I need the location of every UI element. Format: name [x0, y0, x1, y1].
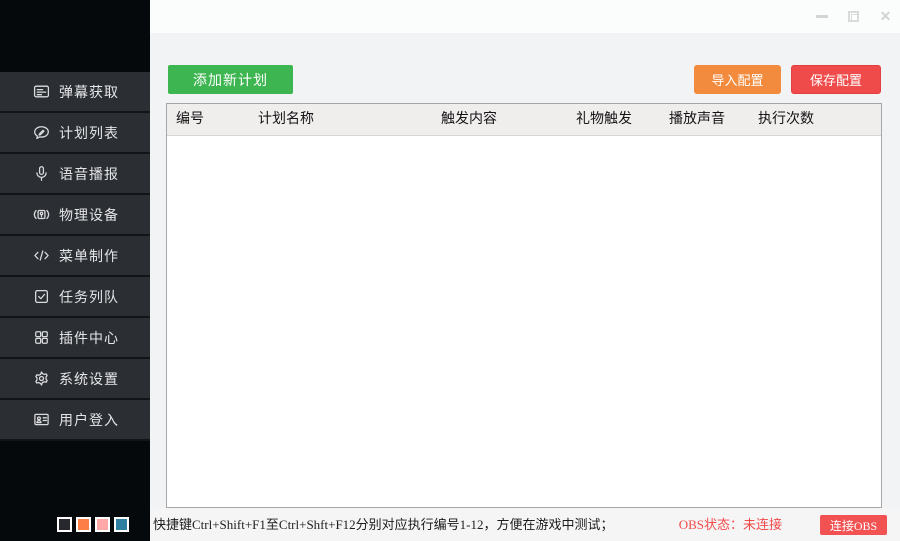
- connect-obs-button[interactable]: 连接OBS: [820, 515, 887, 535]
- theme-swatch-blue[interactable]: [114, 517, 129, 532]
- plan-table-body[interactable]: [167, 137, 881, 507]
- sidebar-item-label: 菜单制作: [59, 246, 119, 266]
- obs-status: OBS状态：未连接: [679, 508, 782, 541]
- plan-table: 编号 计划名称 触发内容 礼物触发 播放声音 执行次数: [166, 103, 882, 508]
- sidebar-item-label: 计划列表: [59, 123, 119, 143]
- danmaku-icon: [33, 83, 50, 100]
- close-button[interactable]: ✕: [879, 10, 892, 23]
- sidebar-item-danmaku[interactable]: 弹幕获取: [0, 72, 150, 113]
- sidebar-item-plan-list[interactable]: 计划列表: [0, 113, 150, 154]
- column-header-count: 执行次数: [758, 104, 814, 136]
- close-icon: ✕: [880, 10, 892, 23]
- theme-swatch-dark[interactable]: [57, 517, 72, 532]
- column-header-name: 计划名称: [258, 104, 314, 136]
- maximize-icon: [848, 11, 859, 22]
- app-window: ✕ 弹幕获取 计划列表 语音播报 物: [0, 0, 900, 541]
- sidebar-item-label: 物理设备: [59, 205, 119, 225]
- minimize-icon: [816, 15, 828, 18]
- theme-swatch-pink[interactable]: [95, 517, 110, 532]
- column-header-gift: 礼物触发: [576, 104, 632, 136]
- sidebar-item-settings[interactable]: 系统设置: [0, 359, 150, 400]
- sidebar-item-label: 系统设置: [59, 369, 119, 389]
- task-queue-icon: [33, 288, 50, 305]
- hotkey-tip: 快捷键Ctrl+Shift+F1至Ctrl+Shft+F12分别对应执行编号1-…: [153, 508, 614, 541]
- logo-area: [0, 0, 150, 72]
- sidebar-item-label: 插件中心: [59, 328, 119, 348]
- titlebar: ✕: [150, 0, 900, 33]
- statusbar: 快捷键Ctrl+Shift+F1至Ctrl+Shft+F12分别对应执行编号1-…: [150, 508, 900, 541]
- plan-list-icon: [33, 124, 50, 141]
- obs-status-label: OBS状态：: [679, 517, 743, 532]
- user-login-icon: [33, 411, 50, 428]
- sidebar-item-label: 弹幕获取: [59, 82, 119, 102]
- window-controls: ✕: [815, 0, 892, 33]
- sidebar-item-label: 语音播报: [59, 164, 119, 184]
- sidebar-item-label: 任务列队: [59, 287, 119, 307]
- system-settings-icon: [33, 370, 50, 387]
- minimize-button[interactable]: [815, 10, 828, 23]
- maximize-button[interactable]: [847, 10, 860, 23]
- sidebar-item-menu-maker[interactable]: 菜单制作: [0, 236, 150, 277]
- sidebar-item-device[interactable]: 物理设备: [0, 195, 150, 236]
- physical-device-icon: [33, 206, 50, 223]
- add-new-plan-button[interactable]: 添加新计划: [168, 65, 293, 94]
- column-header-trigger: 触发内容: [441, 104, 497, 136]
- sidebar-item-voice[interactable]: 语音播报: [0, 154, 150, 195]
- menu-maker-icon: [33, 247, 50, 264]
- sidebar: 弹幕获取 计划列表 语音播报 物理设备 菜单制作: [0, 0, 150, 541]
- obs-status-value: 未连接: [743, 517, 782, 532]
- theme-swatches: [57, 517, 129, 532]
- sidebar-item-task-queue[interactable]: 任务列队: [0, 277, 150, 318]
- column-header-sound: 播放声音: [669, 104, 725, 136]
- sidebar-item-label: 用户登入: [59, 410, 119, 430]
- plan-table-header: 编号 计划名称 触发内容 礼物触发 播放声音 执行次数: [167, 104, 881, 136]
- import-config-button[interactable]: 导入配置: [694, 65, 781, 94]
- column-header-number: 编号: [176, 104, 204, 136]
- sidebar-item-plugin-center[interactable]: 插件中心: [0, 318, 150, 359]
- plugin-center-icon: [33, 329, 50, 346]
- sidebar-item-user-login[interactable]: 用户登入: [0, 400, 150, 441]
- theme-swatch-orange[interactable]: [76, 517, 91, 532]
- voice-broadcast-icon: [33, 165, 50, 182]
- save-config-button[interactable]: 保存配置: [791, 65, 881, 94]
